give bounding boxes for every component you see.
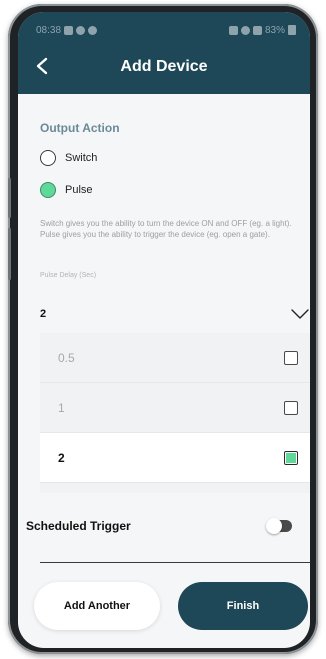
- pulse-option-2[interactable]: 2: [40, 433, 310, 483]
- option-checkbox[interactable]: [284, 350, 298, 365]
- radio-switch[interactable]: Switch: [40, 150, 97, 166]
- divider: [40, 562, 310, 563]
- battery-icon: [288, 25, 296, 35]
- form-content: Output Action Switch Pulse Switch gives …: [18, 94, 310, 648]
- alarm-icon: [228, 25, 238, 35]
- sync-icon: [88, 25, 98, 35]
- finish-button[interactable]: Finish: [178, 582, 308, 630]
- option-checkbox[interactable]: [284, 450, 298, 465]
- output-action-help: Switch gives you the ability to turn the…: [40, 219, 292, 239]
- pulse-delay-value: 2: [40, 308, 47, 320]
- app-screen: 08:38 83% Add Device Output Action Switc…: [18, 12, 310, 648]
- app-header: 08:38 83% Add Device: [18, 12, 310, 94]
- page-title: Add Device: [120, 58, 208, 75]
- pulse-option-0-5[interactable]: 0.5: [40, 333, 310, 383]
- pulse-delay-select[interactable]: 2: [40, 304, 310, 324]
- scheduled-trigger-label: Scheduled Trigger: [26, 519, 131, 533]
- app-notification-icon: [76, 25, 86, 35]
- scheduled-trigger-row: Scheduled Trigger: [26, 515, 292, 537]
- radio-label: Switch: [65, 152, 98, 164]
- output-action-title: Output Action: [40, 121, 120, 135]
- volume-down-button: [8, 228, 11, 280]
- wifi-icon: [240, 25, 250, 35]
- scheduled-trigger-toggle[interactable]: [266, 518, 292, 534]
- footer-actions: Add Another Finish: [18, 574, 310, 648]
- battery-percent: 83%: [264, 24, 285, 36]
- pulse-delay-label: Pulse Delay (Sec): [40, 272, 97, 279]
- status-bar: 08:38 83%: [36, 22, 296, 38]
- toggle-knob: [266, 518, 282, 534]
- checkbox-fill: [286, 452, 296, 463]
- option-label: 2: [58, 450, 65, 465]
- option-checkbox[interactable]: [284, 400, 298, 415]
- radio-circle[interactable]: [40, 182, 56, 198]
- volume-up-button: [8, 178, 11, 218]
- add-another-button[interactable]: Add Another: [34, 582, 160, 630]
- radio-pulse[interactable]: Pulse: [40, 182, 93, 198]
- radio-label: Pulse: [65, 184, 93, 196]
- radio-circle[interactable]: [40, 150, 56, 166]
- signal-icon: [252, 25, 262, 35]
- pulse-delay-options: 0.5 1 2: [40, 333, 310, 493]
- pulse-option-1[interactable]: 1: [40, 383, 310, 433]
- option-label: 0.5: [58, 350, 75, 365]
- chevron-down-icon[interactable]: [290, 308, 310, 320]
- status-time: 08:38: [36, 24, 62, 36]
- pulse-option-more[interactable]: [40, 483, 310, 493]
- option-label: 1: [58, 400, 65, 415]
- notification-icon: [64, 25, 74, 35]
